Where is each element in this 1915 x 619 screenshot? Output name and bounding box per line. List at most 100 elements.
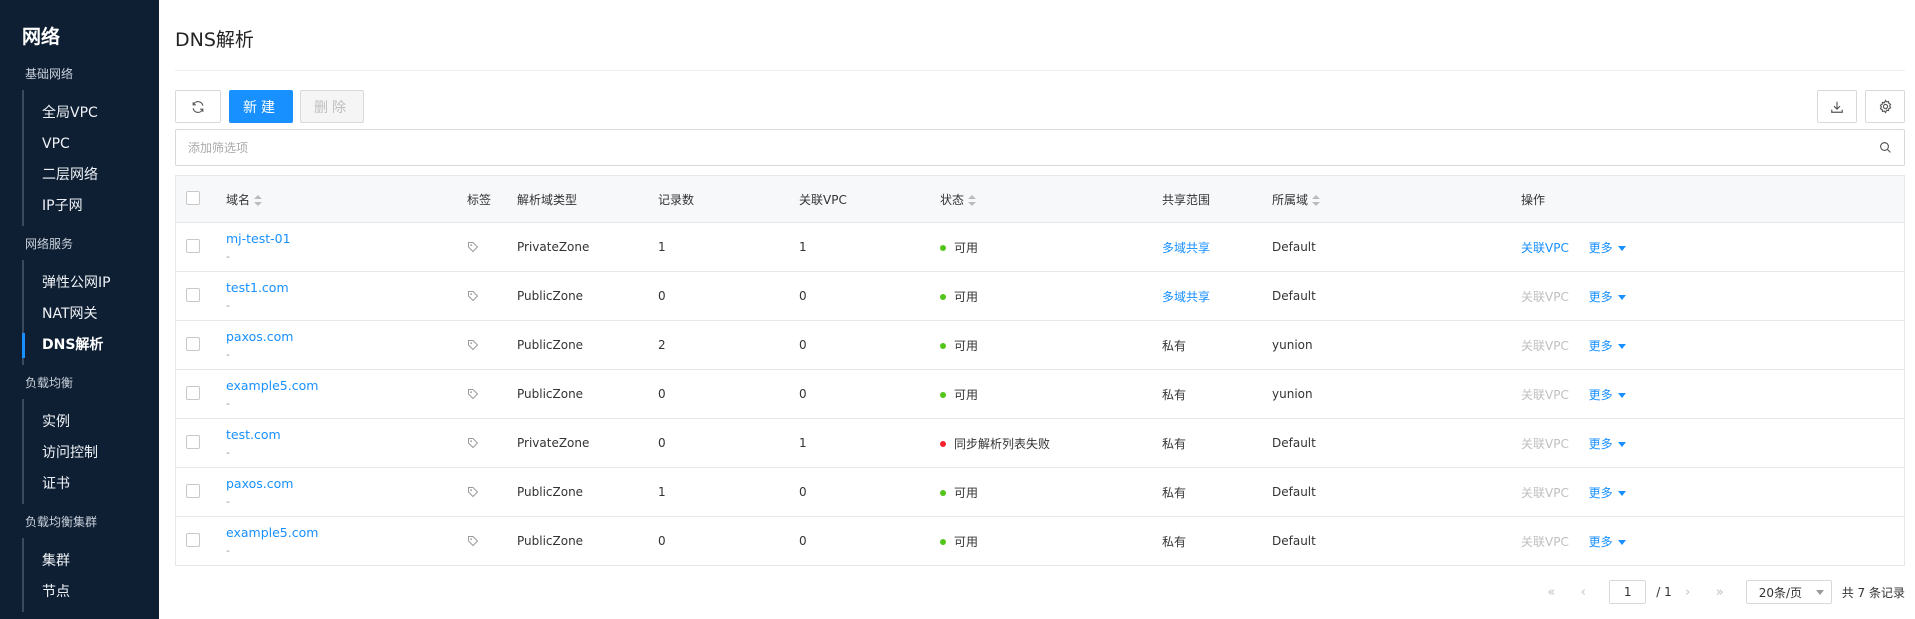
more-button[interactable]: 更多 — [1589, 486, 1626, 500]
share-scope: 私有 — [1162, 534, 1187, 549]
sort-icon[interactable] — [968, 194, 977, 206]
row-checkbox[interactable] — [186, 336, 200, 351]
row-checkbox[interactable] — [186, 532, 200, 547]
domain-name-link[interactable]: mj-test-01 — [226, 231, 467, 246]
status-text: 可用 — [954, 240, 979, 255]
tag-icon[interactable] — [467, 388, 517, 400]
status-text: 可用 — [954, 289, 979, 304]
share-scope: 私有 — [1162, 485, 1187, 500]
caret-down-icon — [1617, 245, 1626, 251]
vpc-count: 1 — [799, 436, 807, 450]
sidebar-item[interactable]: 访问控制 — [24, 438, 159, 469]
status-dot — [940, 245, 946, 251]
more-button[interactable]: 更多 — [1589, 241, 1626, 255]
row-checkbox[interactable] — [186, 385, 200, 400]
zone-type: PublicZone — [517, 289, 584, 303]
gear-icon — [1878, 99, 1893, 114]
sidebar-item[interactable]: 弹性公网IP — [24, 268, 159, 299]
download-button[interactable] — [1817, 90, 1857, 123]
refresh-button[interactable] — [175, 90, 221, 123]
search-icon[interactable] — [1879, 141, 1892, 154]
total-count: 共 7 条记录 — [1841, 585, 1905, 600]
dns-table: 域名 标签 解析域类型 记录数 关联VPC 状态 共享范围 所属域 操作 mj-… — [175, 175, 1905, 566]
associate-vpc-button[interactable]: 关联VPC — [1521, 290, 1569, 304]
tag-icon[interactable] — [467, 339, 517, 351]
status-dot — [940, 490, 946, 496]
sidebar-item[interactable]: NAT网关 — [24, 299, 159, 330]
share-scope[interactable]: 多域共享 — [1162, 290, 1210, 304]
more-button[interactable]: 更多 — [1589, 437, 1626, 451]
zone-type: PublicZone — [517, 485, 584, 499]
sidebar-item[interactable]: 二层网络 — [24, 160, 159, 191]
more-button[interactable]: 更多 — [1589, 290, 1626, 304]
record-count: 0 — [658, 387, 666, 401]
tag-icon[interactable] — [467, 290, 517, 302]
associate-vpc-button[interactable]: 关联VPC — [1521, 437, 1569, 451]
sidebar-item[interactable]: 集群 — [24, 546, 159, 577]
filter-input[interactable]: 添加筛选项 — [175, 129, 1905, 166]
more-button[interactable]: 更多 — [1589, 388, 1626, 402]
select-all-checkbox[interactable] — [186, 190, 200, 205]
sort-icon[interactable] — [254, 194, 263, 206]
sidebar-item[interactable]: 全局VPC — [24, 98, 159, 129]
associate-vpc-button[interactable]: 关联VPC — [1521, 388, 1569, 402]
sidebar-list: 集群 节点 — [22, 538, 159, 612]
sidebar-title: 网络 — [22, 26, 61, 48]
tag-icon[interactable] — [467, 437, 517, 449]
sort-icon[interactable] — [1312, 194, 1321, 206]
domain-name-link[interactable]: paxos.com — [226, 329, 467, 344]
chevron-down-icon — [1815, 589, 1824, 595]
row-checkbox[interactable] — [186, 238, 200, 253]
more-button[interactable]: 更多 — [1589, 535, 1626, 549]
row-checkbox[interactable] — [186, 434, 200, 449]
record-count: 2 — [658, 338, 666, 352]
domain-sub: - — [226, 348, 230, 361]
sidebar-group-label: 负载均衡 — [25, 376, 74, 390]
header-domain[interactable]: 所属域 — [1272, 191, 1521, 208]
tag-icon[interactable] — [467, 535, 517, 547]
domain-name-link[interactable]: example5.com — [226, 525, 467, 540]
status-text: 同步解析列表失败 — [954, 436, 1051, 451]
vpc-count: 1 — [799, 240, 807, 254]
sidebar-item[interactable]: DNS解析 — [22, 330, 159, 361]
settings-button[interactable] — [1865, 90, 1905, 123]
associate-vpc-button[interactable]: 关联VPC — [1521, 486, 1569, 500]
tag-icon[interactable] — [467, 241, 517, 253]
sidebar-item[interactable]: 实例 — [24, 407, 159, 438]
page-size-select[interactable]: 20条/页 — [1745, 580, 1832, 604]
more-button[interactable]: 更多 — [1589, 339, 1626, 353]
create-button[interactable]: 新建 — [229, 90, 293, 123]
sidebar-item[interactable]: 节点 — [24, 577, 159, 608]
prev-page-icon[interactable]: ‹ — [1567, 585, 1599, 600]
associate-vpc-button[interactable]: 关联VPC — [1521, 241, 1569, 255]
row-checkbox[interactable] — [186, 483, 200, 498]
sidebar-item[interactable]: 证书 — [24, 469, 159, 500]
domain-name-link[interactable]: test1.com — [226, 280, 467, 295]
status-text: 可用 — [954, 338, 979, 353]
first-page-icon[interactable]: « — [1535, 585, 1567, 600]
header-status[interactable]: 状态 — [940, 191, 1162, 208]
header-ops: 操作 — [1521, 192, 1546, 207]
refresh-icon — [191, 100, 205, 114]
sidebar-item[interactable]: IP子网 — [24, 191, 159, 222]
total-pages: / 1 — [1656, 585, 1672, 599]
table-row: test.com - PrivateZone 0 1 同步解析列表失败 私有 D… — [176, 419, 1904, 468]
domain-name-link[interactable]: test.com — [226, 427, 467, 442]
table-header: 域名 标签 解析域类型 记录数 关联VPC 状态 共享范围 所属域 操作 — [176, 176, 1904, 223]
domain-sub: - — [226, 299, 230, 312]
header-name[interactable]: 域名 — [226, 191, 467, 208]
associate-vpc-button[interactable]: 关联VPC — [1521, 535, 1569, 549]
associate-vpc-button[interactable]: 关联VPC — [1521, 339, 1569, 353]
last-page-icon[interactable]: » — [1704, 585, 1736, 600]
sidebar-item[interactable]: VPC — [24, 129, 159, 160]
share-scope[interactable]: 多域共享 — [1162, 241, 1210, 255]
domain-name-link[interactable]: example5.com — [226, 378, 467, 393]
tag-icon[interactable] — [467, 486, 517, 498]
next-page-icon[interactable]: › — [1672, 585, 1704, 600]
delete-button[interactable]: 删除 — [300, 90, 364, 123]
row-checkbox[interactable] — [186, 287, 200, 302]
domain-name-link[interactable]: paxos.com — [226, 476, 467, 491]
share-scope: 私有 — [1162, 436, 1187, 451]
page-input[interactable]: 1 — [1609, 580, 1647, 604]
vpc-count: 0 — [799, 534, 807, 548]
